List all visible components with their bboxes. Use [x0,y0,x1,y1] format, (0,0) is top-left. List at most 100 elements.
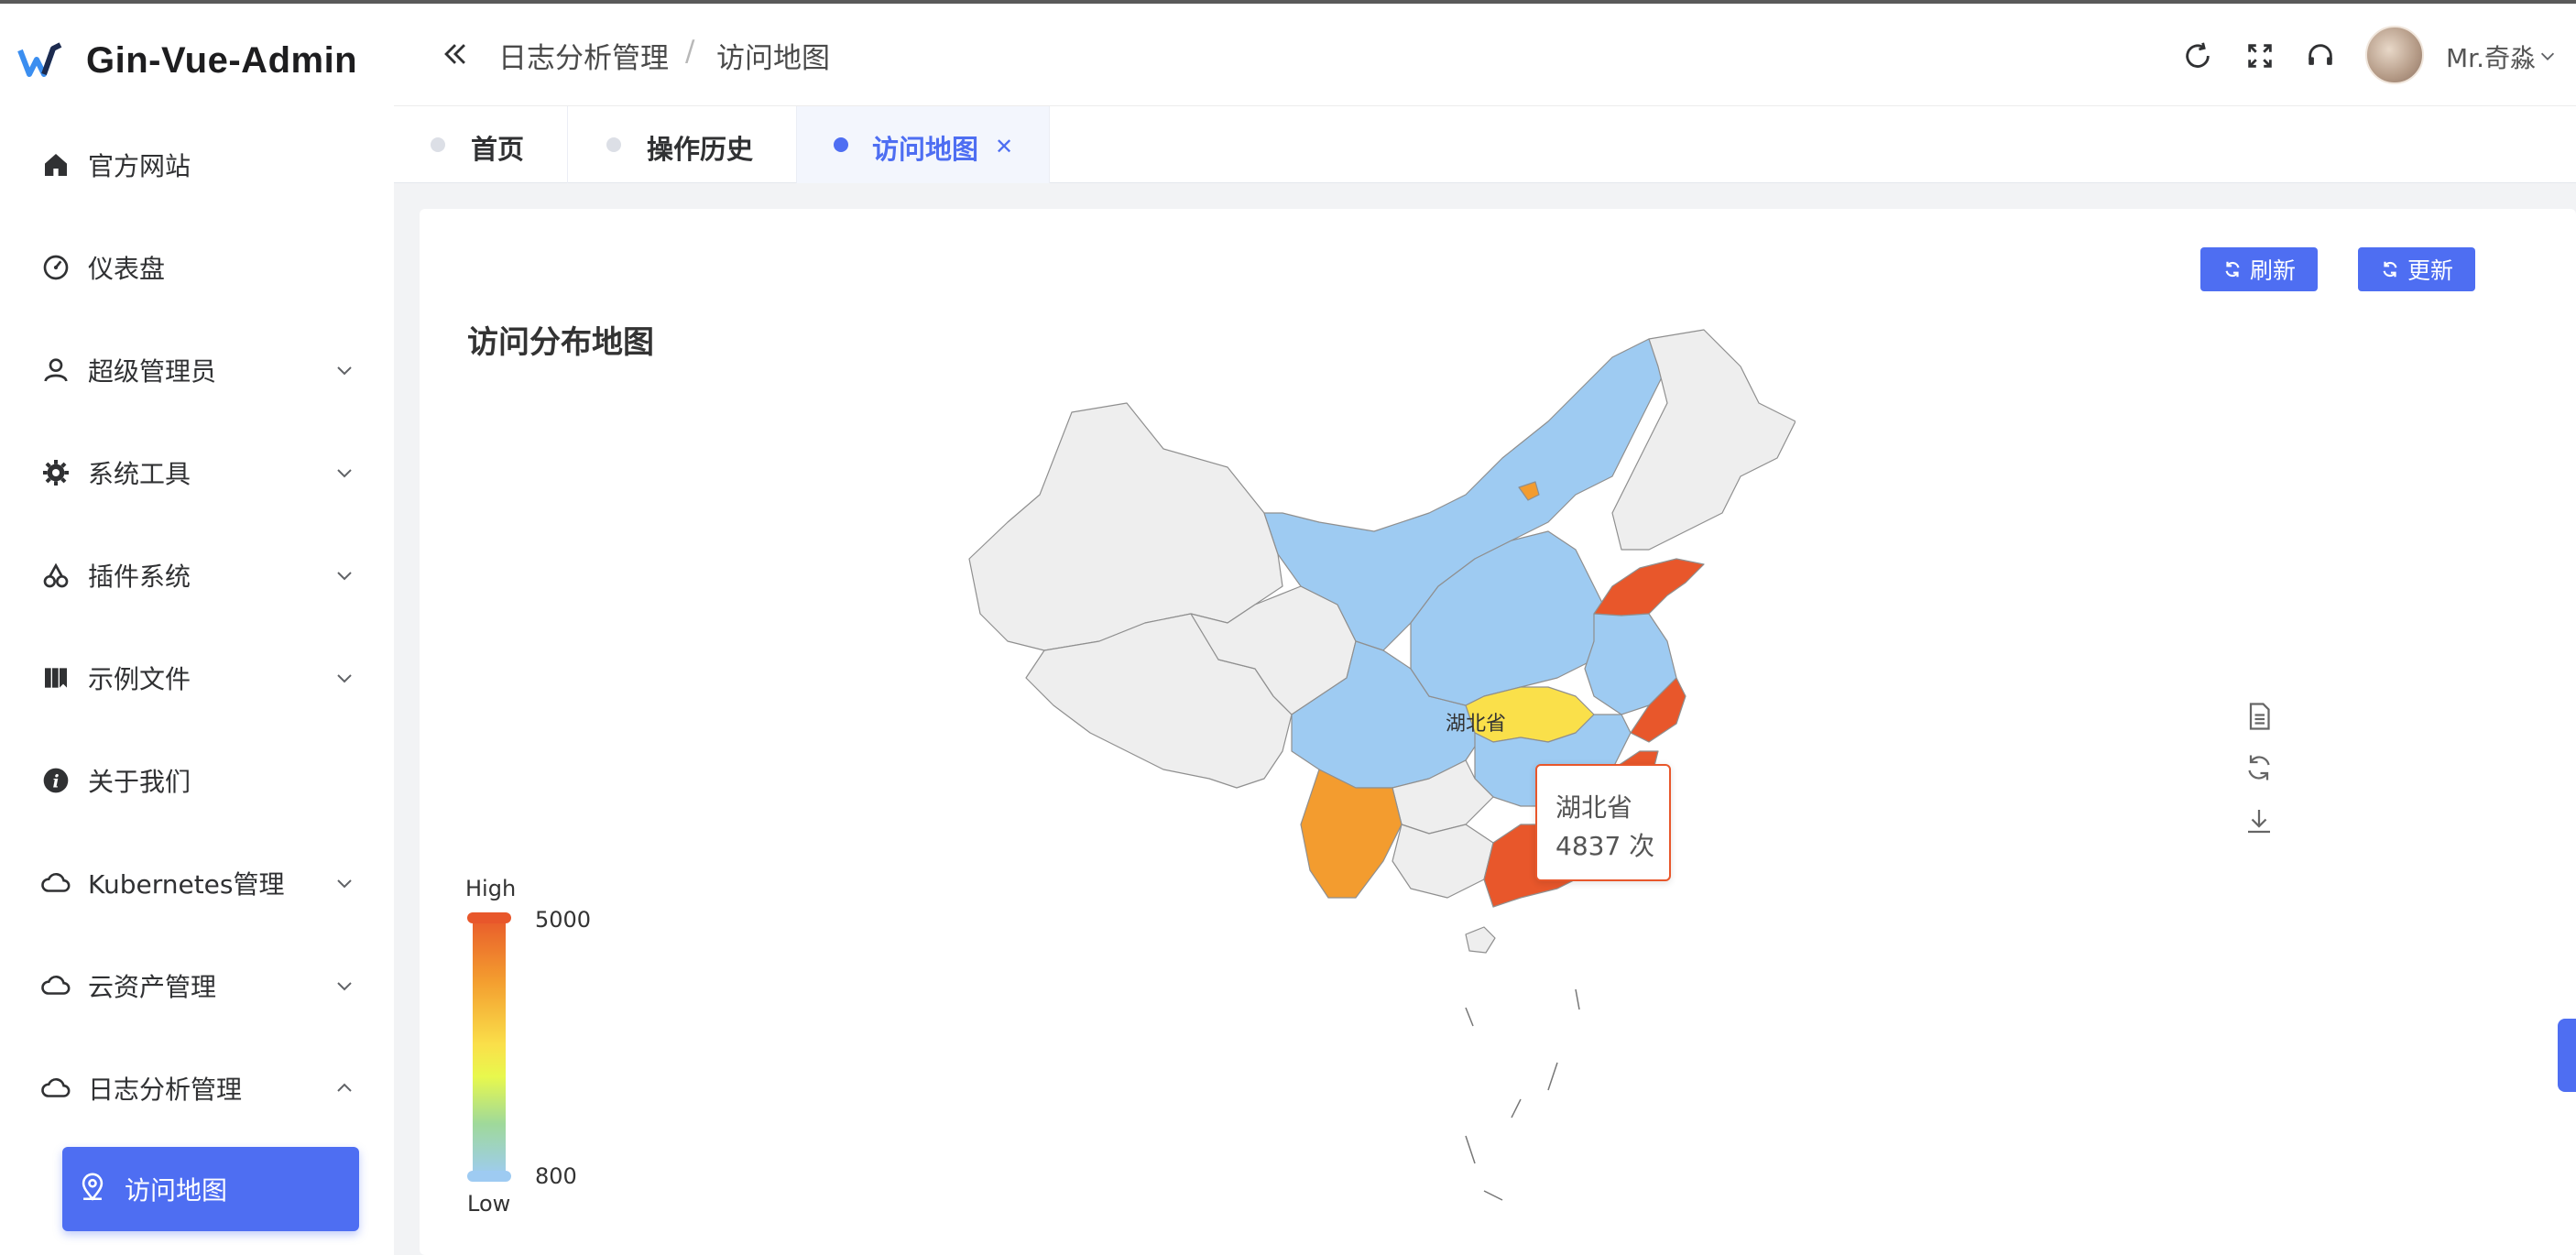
sidebar-item-dashboard[interactable]: 仪表盘 [0,216,394,319]
collapse-sidebar-icon[interactable] [440,38,471,70]
cloud-icon [38,1071,73,1106]
map-region [1465,1135,1476,1164]
chevron-down-icon [337,572,352,581]
legend-max-value: 5000 [535,907,592,933]
legend-high-label: High [465,876,517,901]
sidebar-item-cloud-assets[interactable]: 云资产管理 [0,934,394,1037]
app-title: Gin-Vue-Admin [86,39,358,81]
update-button[interactable]: 更新 [2358,247,2475,291]
sidebar-item-examples[interactable]: 示例文件 [0,627,394,729]
map-region [968,402,1283,651]
tooltip-value: 4837 次 [1555,831,1655,861]
map-region [1511,1098,1522,1119]
tab-label: 操作历史 [647,134,754,165]
chevron-up-icon [337,1083,352,1092]
refresh-icon [2383,261,2397,278]
tab-home[interactable]: 首页 [394,106,568,183]
home-icon [38,147,73,182]
top-header: 日志分析管理 / 访问地图 Mr.奇淼 [394,4,2576,106]
sidebar-item-label: 云资产管理 [88,972,217,1002]
breadcrumb-current: 访问地图 [716,42,830,75]
map-region [1300,769,1403,899]
sidebar-item-official-site[interactable]: 官方网站 [0,114,394,216]
svg-text:i: i [52,771,59,791]
sidebar-item-label: 访问地图 [125,1175,228,1206]
reload-icon[interactable] [2182,40,2213,71]
tab-label: 访问地图 [872,134,979,165]
chevron-down-icon [337,366,352,376]
refresh-button[interactable]: 刷新 [2200,247,2318,291]
data-view-icon[interactable] [2243,700,2276,733]
sidebar-item-log-analysis[interactable]: 日志分析管理 [0,1037,394,1140]
map-tooltip: 湖北省 4837 次 [1535,764,1671,881]
refresh-button-label: 刷新 [2249,257,2296,284]
tab-status-dot [834,137,848,152]
sidebar-item-label: Kubernetes管理 [88,869,285,900]
sidebar-item-plugins[interactable]: 插件系统 [0,524,394,627]
legend-max-handle[interactable] [467,912,511,923]
close-icon[interactable]: ✕ [995,134,1013,159]
info-icon: i [38,763,73,798]
map-region [1392,824,1494,899]
sidebar: Gin-Vue-Admin 官方网站 仪表盘 超级管理员 系统工具 插件系统 示… [0,4,394,1255]
refresh-icon [2225,261,2240,278]
map-region [1547,1062,1558,1091]
sidebar-item-label: 日志分析管理 [88,1075,243,1105]
highlighted-region-label: 湖北省 [1446,713,1507,736]
restore-icon[interactable] [2243,751,2276,784]
chevron-down-icon [337,879,352,889]
chevron-down-icon [337,674,352,683]
fullscreen-icon[interactable] [2244,40,2276,71]
cloud-icon [38,968,73,1003]
legend-min-value: 800 [535,1163,577,1189]
sidebar-item-kubernetes[interactable]: Kubernetes管理 [0,832,394,934]
breadcrumb-parent[interactable]: 日志分析管理 [498,35,669,76]
tooltip-region: 湖北省 [1555,792,1633,823]
logo-icon [17,42,62,77]
chevron-down-icon [337,469,352,478]
tab-visit-map[interactable]: 访问地图 ✕ [797,106,1050,183]
map-region [1465,1007,1474,1027]
avatar[interactable] [2365,26,2424,84]
dashboard-icon [38,250,73,285]
tab-label: 首页 [471,134,525,165]
map-region [1483,1190,1503,1201]
user-icon [38,353,73,387]
cloud-icon [38,866,73,900]
username[interactable]: Mr.奇淼 [2446,38,2536,75]
sidebar-item-label: 关于我们 [88,767,191,797]
sidebar-item-visit-map[interactable]: 访问地图 [62,1147,359,1231]
update-button-label: 更新 [2407,257,2453,284]
gear-icon [38,455,73,490]
sidebar-item-label: 仪表盘 [88,254,166,284]
map-region [1593,558,1705,617]
tab-bar: 首页 操作历史 访问地图 ✕ [394,106,2576,183]
cherry-icon [38,558,73,593]
tab-status-dot [431,137,445,152]
tab-status-dot [606,137,621,152]
page-title: 访问分布地图 [467,324,654,361]
sidebar-item-label: 示例文件 [88,664,191,694]
app-logo[interactable]: Gin-Vue-Admin [16,35,357,86]
sidebar-item-label: 系统工具 [88,459,191,489]
folder-icon [38,660,73,695]
sidebar-item-super-admin[interactable]: 超级管理员 [0,319,394,421]
legend-low-label: Low [467,1191,511,1217]
headset-icon[interactable] [2305,40,2336,71]
chevron-down-icon [337,982,352,991]
map-region [1575,988,1580,1010]
chevron-down-icon[interactable] [2538,46,2558,66]
legend-color-bar [473,914,506,1176]
legend-min-handle[interactable] [467,1171,511,1182]
map-region [1465,926,1496,954]
tab-history[interactable]: 操作历史 [568,106,797,183]
floating-side-tab[interactable] [2558,1019,2576,1092]
download-icon[interactable] [2243,804,2276,837]
breadcrumb-separator: / [685,35,695,68]
sidebar-item-system-tools[interactable]: 系统工具 [0,421,394,524]
sidebar-item-label: 插件系统 [88,562,191,592]
sidebar-item-about[interactable]: i 关于我们 [0,729,394,832]
sidebar-item-label: 超级管理员 [88,356,217,387]
location-icon [77,1172,108,1206]
sidebar-item-label: 官方网站 [88,151,191,181]
